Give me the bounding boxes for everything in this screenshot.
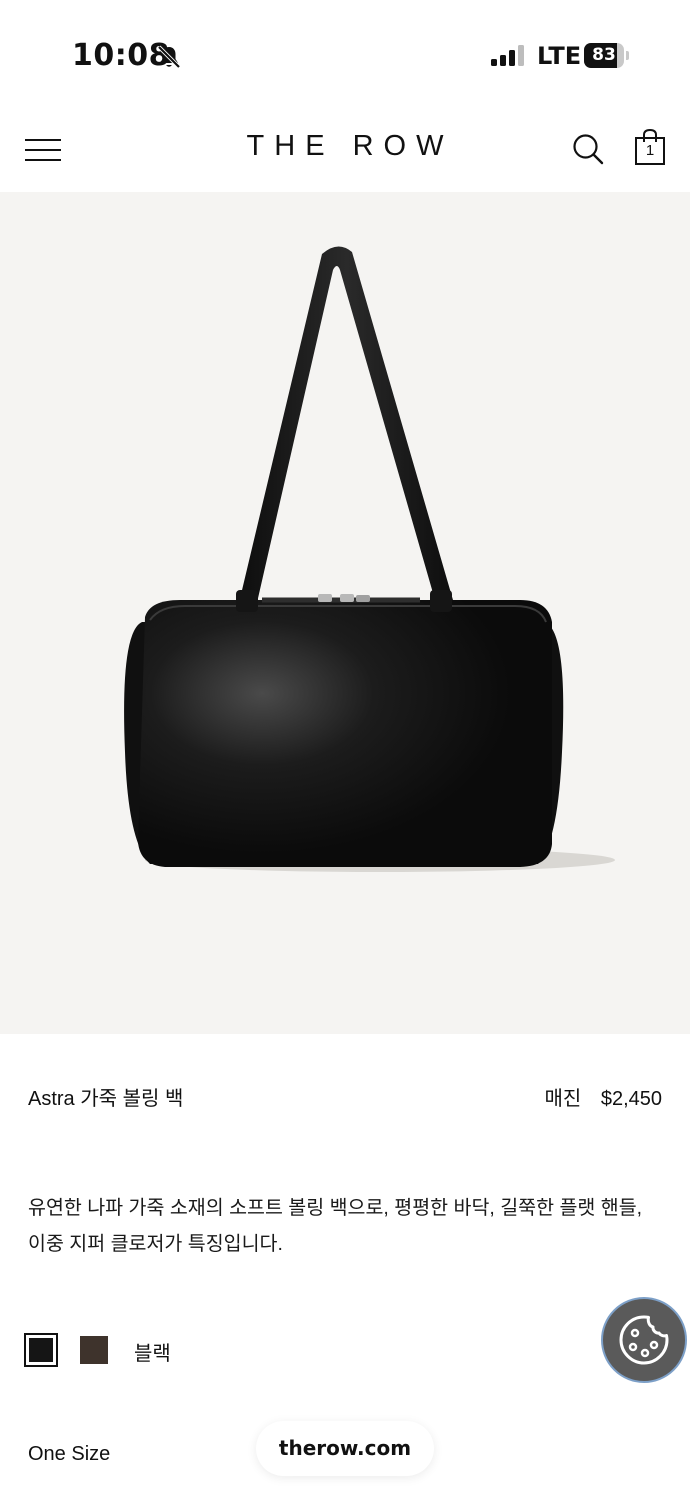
price-row: 매진 $2,450 bbox=[544, 1082, 662, 1111]
product-title: Astra 가죽 볼링 백 bbox=[28, 1088, 184, 1110]
color-swatch-brown[interactable] bbox=[80, 1336, 108, 1364]
product-image[interactable] bbox=[0, 192, 690, 1034]
url-bar[interactable]: therow.com bbox=[256, 1421, 434, 1476]
network-label: LTE bbox=[537, 42, 582, 70]
cookie-settings-button[interactable] bbox=[601, 1297, 687, 1383]
selected-color-label: 블랙 bbox=[134, 1343, 171, 1365]
signal-icon bbox=[491, 45, 524, 66]
shoulder-bag-image bbox=[124, 246, 615, 872]
price: $2,450 bbox=[600, 1088, 662, 1110]
search-icon[interactable] bbox=[572, 133, 604, 165]
battery-icon: 83 bbox=[584, 43, 630, 68]
cookie-icon bbox=[619, 1315, 669, 1365]
color-swatch-black[interactable] bbox=[24, 1333, 58, 1367]
availability-label: 매진 bbox=[544, 1088, 582, 1110]
site-header: THE ROW 1 bbox=[0, 110, 690, 192]
bag-icon[interactable]: 1 bbox=[634, 128, 666, 166]
status-bar: 10:08 LTE 83 bbox=[0, 0, 690, 110]
cart-count: 1 bbox=[645, 142, 655, 159]
size-label[interactable]: One Size bbox=[28, 1443, 110, 1466]
bell-slash-icon bbox=[157, 45, 181, 69]
battery-level: 83 bbox=[592, 45, 616, 65]
product-description: 유연한 나파 가죽 소재의 소프트 볼링 백으로, 평평한 바닥, 길쭉한 플랫… bbox=[28, 1197, 643, 1255]
